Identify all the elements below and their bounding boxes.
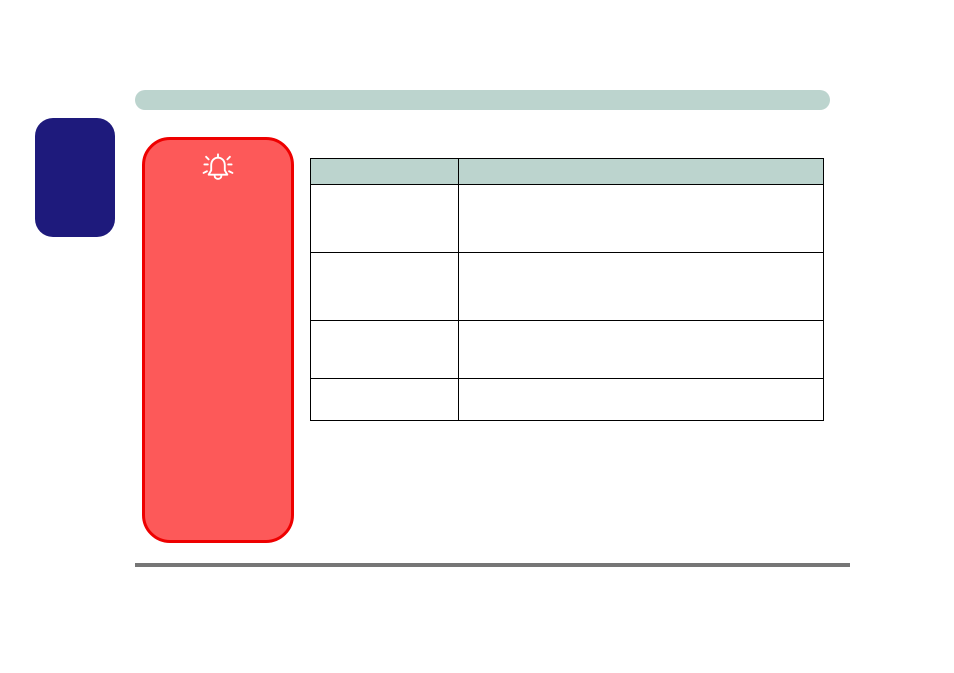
table-header-row xyxy=(311,159,824,185)
alarm-bell-icon xyxy=(201,150,235,184)
table-cell xyxy=(458,185,823,253)
table-cell xyxy=(311,185,459,253)
table-cell xyxy=(458,379,823,421)
warning-panel xyxy=(142,137,294,543)
table-row xyxy=(311,321,824,379)
info-box-blue xyxy=(35,118,115,237)
table-row xyxy=(311,253,824,321)
table-header-2 xyxy=(458,159,823,185)
table-cell xyxy=(311,379,459,421)
table-row xyxy=(311,379,824,421)
table-cell xyxy=(311,253,459,321)
bottom-divider xyxy=(135,563,850,567)
table-cell xyxy=(311,321,459,379)
table-row xyxy=(311,185,824,253)
table-header-1 xyxy=(311,159,459,185)
data-table xyxy=(310,158,824,421)
table-cell xyxy=(458,253,823,321)
header-bar xyxy=(135,90,830,110)
table-cell xyxy=(458,321,823,379)
